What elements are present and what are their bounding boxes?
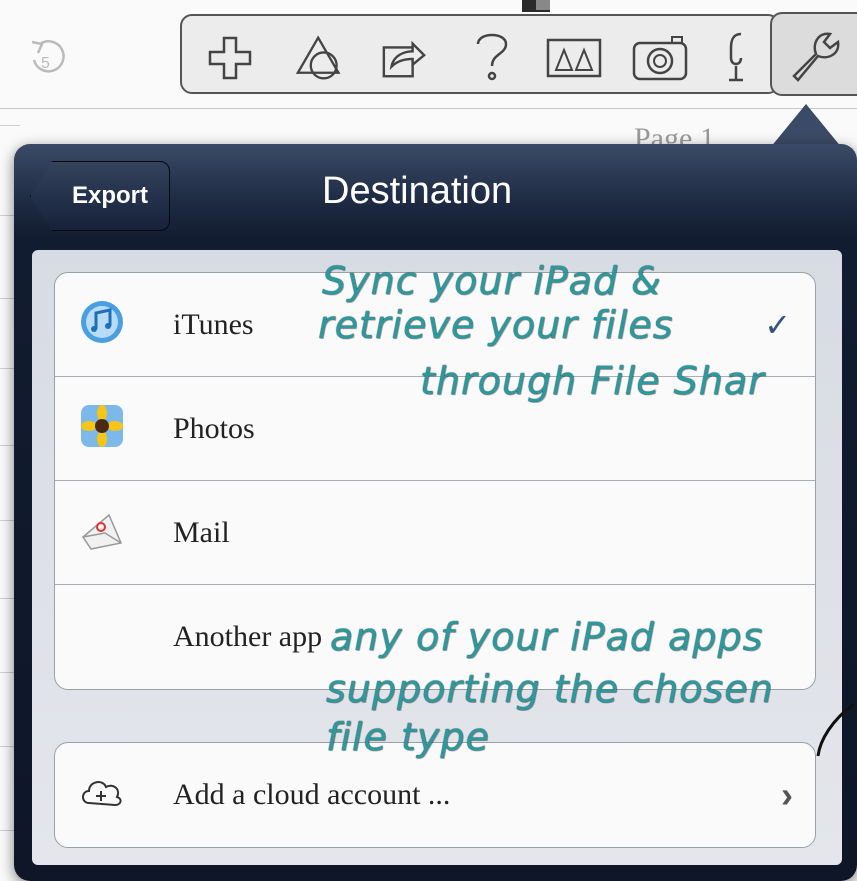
undo-icon: 5	[31, 40, 65, 73]
export-back-button[interactable]: Export	[30, 161, 170, 231]
photos-icon	[81, 405, 123, 447]
wrench-icon	[792, 32, 840, 82]
annotation-line: Sync your iPad &	[322, 259, 662, 303]
people-button[interactable]	[546, 30, 602, 86]
help-button[interactable]	[468, 28, 516, 84]
itunes-icon	[81, 301, 123, 343]
microphone-icon	[729, 32, 743, 82]
camera-icon	[632, 36, 688, 81]
annotation-line: supporting the chosen	[326, 667, 774, 711]
svg-text:5: 5	[41, 55, 50, 72]
microphone-button[interactable]	[718, 28, 754, 84]
undo-button[interactable]: 5	[26, 34, 66, 80]
window-edge	[536, 0, 550, 10]
camera-button[interactable]	[632, 30, 688, 86]
annotation-line: retrieve your files	[318, 303, 674, 347]
help-icon	[476, 33, 508, 81]
list-item-mail[interactable]: Mail	[55, 481, 815, 585]
page-rule	[0, 125, 20, 126]
shapes-button[interactable]	[296, 30, 344, 86]
share-icon	[382, 40, 426, 78]
mail-icon	[82, 513, 123, 550]
toolbar-divider	[0, 108, 857, 109]
popover-arrow	[770, 104, 842, 148]
shapes-icon	[296, 35, 341, 80]
plus-icon	[208, 36, 252, 80]
list-item-label: iTunes	[173, 307, 254, 341]
annotation-pen-stroke	[816, 702, 855, 757]
list-item-label: Photos	[173, 411, 255, 445]
cloud-plus-icon	[82, 781, 122, 807]
list-item-label: Mail	[173, 515, 230, 549]
settings-button[interactable]	[770, 12, 857, 96]
people-icon	[546, 38, 602, 78]
add-button[interactable]	[206, 30, 254, 86]
annotation-line: any of your iPad apps	[330, 615, 764, 659]
popover-title: Destination	[322, 170, 513, 212]
annotation-line: file type	[326, 715, 490, 759]
cloud-row-label: Add a cloud account ...	[173, 778, 451, 811]
share-button[interactable]	[380, 30, 428, 86]
check-icon: ✓	[764, 306, 791, 343]
list-item-label: Another app	[173, 620, 323, 653]
annotation-line: through File Shar	[420, 359, 765, 403]
chevron-right-icon: ›	[781, 774, 793, 815]
